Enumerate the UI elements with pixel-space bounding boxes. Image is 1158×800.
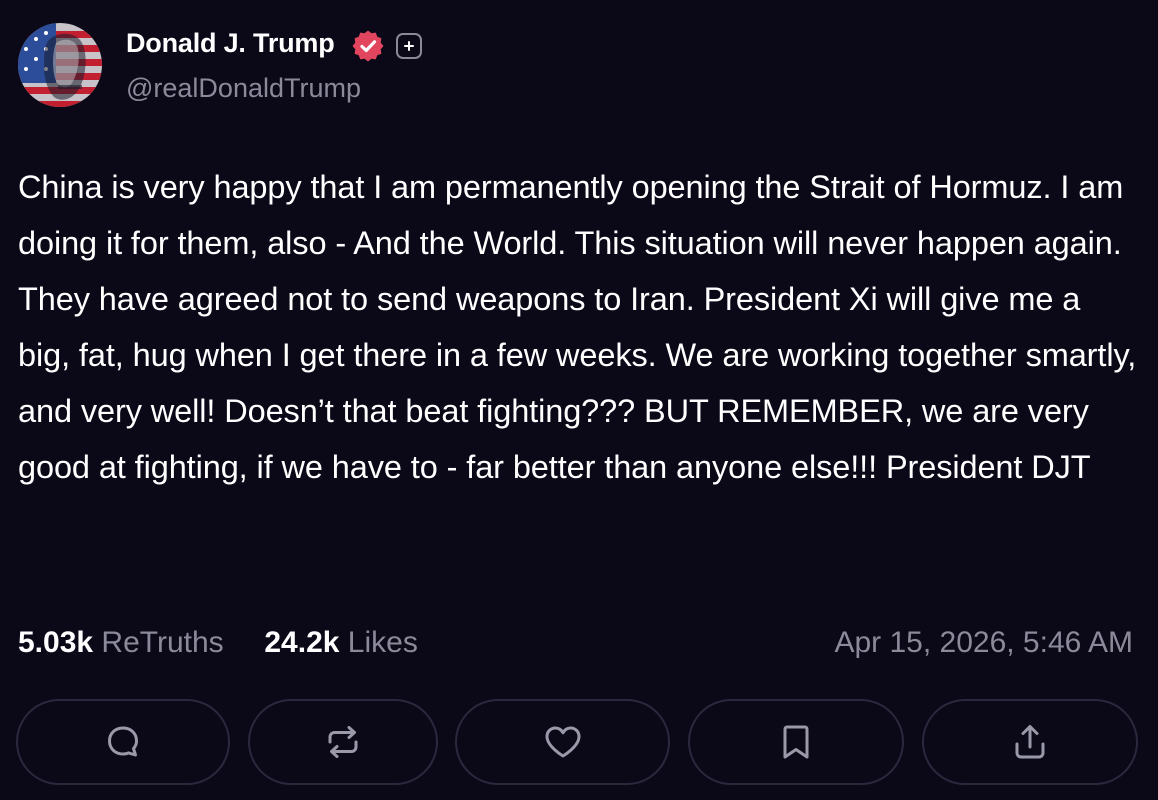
likes-label[interactable]: Likes <box>348 626 418 659</box>
flag-portrait-avatar-icon <box>18 23 102 107</box>
bookmark-icon <box>783 725 809 759</box>
retruths-count[interactable]: 5.03k <box>18 626 93 659</box>
reply-button[interactable] <box>16 699 230 785</box>
share-button[interactable] <box>922 699 1138 785</box>
avatar[interactable] <box>18 23 102 107</box>
retruth-button[interactable] <box>248 699 438 785</box>
comment-icon <box>108 726 138 757</box>
share-icon <box>1015 725 1045 759</box>
verified-badge-icon <box>352 30 384 62</box>
author-name[interactable]: Donald J. Trump <box>126 28 335 59</box>
like-button[interactable] <box>455 699 670 785</box>
post-text: China is very happy that I am permanentl… <box>18 169 1146 485</box>
author-handle[interactable]: @realDonaldTrump <box>126 73 361 104</box>
post-stats: 5.03k ReTruths 24.2k Likes <box>18 626 418 660</box>
retruths-label[interactable]: ReTruths <box>101 626 223 659</box>
heart-icon <box>545 726 580 758</box>
add-icon[interactable] <box>396 33 422 59</box>
truth-post: Donald J. Trump @realDonaldTrump China i… <box>0 0 1158 800</box>
bookmark-button[interactable] <box>688 699 904 785</box>
likes-count[interactable]: 24.2k <box>264 626 339 659</box>
timestamp: Apr 15, 2026, 5:46 AM <box>834 626 1133 659</box>
repost-icon <box>328 726 358 758</box>
